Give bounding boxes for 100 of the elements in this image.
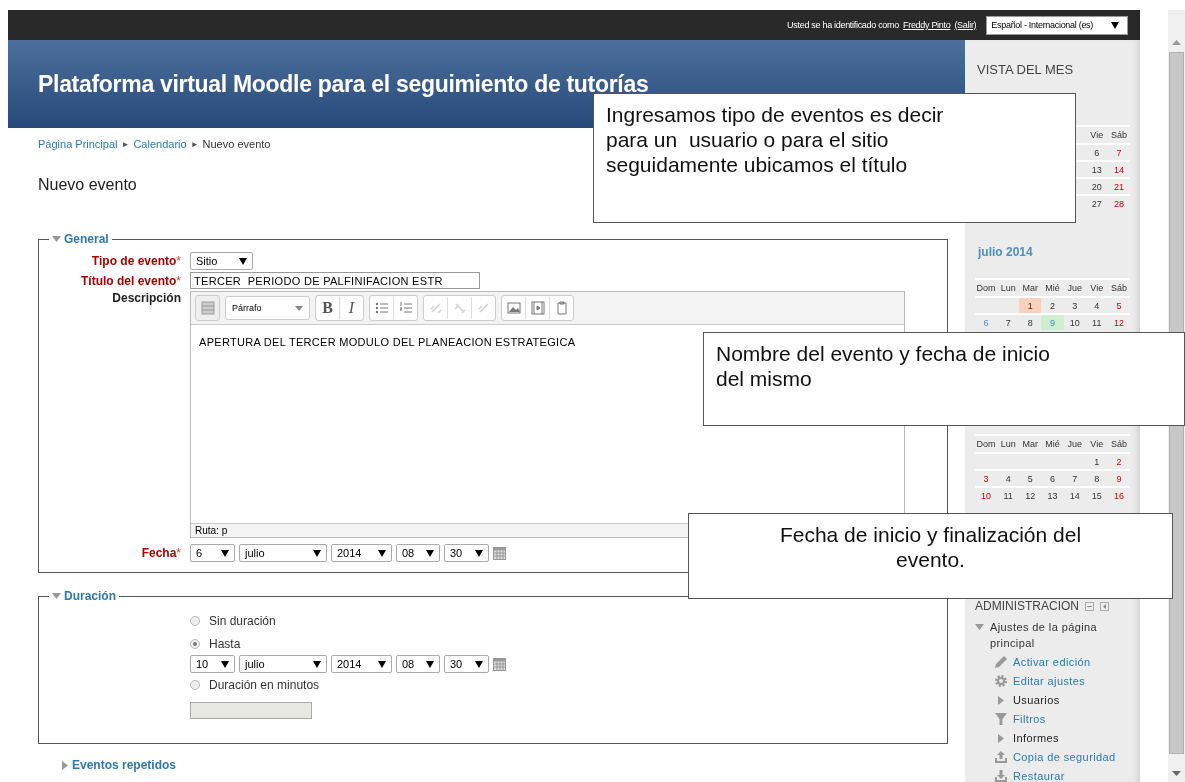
expanded-triangle-icon[interactable] [52, 236, 61, 242]
calendar-day[interactable]: 16 [1107, 487, 1130, 503]
calendar-day[interactable]: 6 [1085, 144, 1108, 161]
dropdown[interactable]: julio [239, 655, 327, 673]
tree-item[interactable]: Copia de seguridad [1013, 749, 1116, 765]
italic-icon[interactable]: I [348, 299, 355, 317]
calendar-day[interactable]: 27 [1085, 195, 1108, 211]
gear-icon [994, 674, 1008, 688]
media-icon[interactable] [530, 301, 545, 315]
weekday-header: Jue [1067, 283, 1082, 293]
calendar-day[interactable]: 12 [1019, 487, 1042, 503]
dropdown[interactable]: julio [239, 544, 327, 562]
annotation-callout: Ingresamos tipo de eventos es decir para un usuario o para el sitio seguidamente ubicamos el título [593, 93, 1076, 223]
calendar-day[interactable]: 3 [975, 470, 998, 487]
calendar-day[interactable]: 1 [1085, 453, 1108, 470]
section-title[interactable]: Eventos repetidos [72, 758, 177, 772]
calendar-day[interactable]: 6 [1041, 470, 1064, 487]
calendar-icon[interactable] [493, 546, 506, 560]
dropdown[interactable]: 30 [444, 544, 489, 562]
weekday-header: Lun [1000, 439, 1016, 449]
tree-item[interactable]: Ajustes de la página principal [990, 619, 1130, 651]
calendar-day[interactable]: 12 [1107, 314, 1130, 330]
required-mark: * [176, 273, 181, 288]
calendar-day[interactable]: 7 [1063, 470, 1086, 487]
expanded-triangle-icon[interactable] [52, 593, 61, 599]
dropdown[interactable]: 10 [190, 655, 235, 673]
dropdown[interactable]: 30 [444, 655, 489, 673]
caret-icon [475, 660, 483, 668]
caret-icon [1111, 21, 1119, 29]
tree-item[interactable]: Restaurar [1013, 768, 1065, 782]
calendar-day[interactable]: 4 [1085, 297, 1108, 314]
logout-link[interactable]: (Salir) [954, 20, 977, 30]
dropdown[interactable]: 08 [396, 655, 440, 673]
toolbar-toggle-icon[interactable] [200, 301, 215, 315]
title-input[interactable]: TERCER PERIODO DE PALFINIFACION ESTR [190, 272, 480, 289]
calendar-day[interactable]: 11 [997, 487, 1020, 503]
calendar-day[interactable]: 13 [1085, 161, 1108, 178]
breadcrumb-link[interactable]: Calendario [133, 138, 187, 150]
calendar-day[interactable]: 8 [1085, 470, 1108, 487]
breadcrumb-current: Nuevo evento [202, 138, 271, 150]
paste-icon[interactable] [554, 301, 569, 315]
field-label: Fecha [141, 546, 177, 560]
radio-button[interactable] [190, 679, 200, 690]
dropdown[interactable]: 6 [190, 544, 235, 562]
dropdown[interactable]: 2014 [331, 655, 392, 673]
tree-item[interactable]: Filtros [1013, 711, 1046, 727]
bullet-list-icon[interactable] [374, 301, 389, 315]
calendar-day[interactable]: 28 [1107, 195, 1130, 211]
calendar-day[interactable]: 7 [1107, 144, 1130, 161]
collapsed-triangle-icon[interactable] [62, 760, 68, 770]
calendar-day[interactable]: 4 [997, 470, 1020, 487]
calendar-day[interactable]: 2 [1107, 453, 1130, 470]
calendar-day[interactable]: 5 [1019, 470, 1042, 487]
weekday-header: Vie [1090, 130, 1104, 140]
tree-item[interactable]: Editar ajustes [1013, 673, 1086, 689]
breadcrumb-link[interactable]: Página Principal [38, 138, 118, 150]
calendar-day[interactable]: 14 [1063, 487, 1086, 503]
description-text[interactable]: APERTURA DEL TERCER MODULO DEL PLANEACION ESTRATEGICA [199, 336, 576, 348]
calendar-day[interactable]: 7 [997, 314, 1020, 330]
radio-label: Hasta [209, 636, 241, 651]
language-dropdown[interactable]: Español - Internacional (es) [986, 15, 1128, 35]
calendar-day[interactable]: 11 [1085, 314, 1108, 330]
caret-icon [378, 660, 386, 668]
section-title[interactable]: Duración [64, 589, 116, 603]
collapsed-triangle-icon[interactable] [998, 695, 1004, 705]
calendar-day[interactable]: 5 [1107, 297, 1130, 314]
dock-icon[interactable] [1100, 601, 1109, 611]
tree-item[interactable]: Usuarios [1013, 692, 1060, 708]
section-title[interactable]: General [64, 232, 109, 246]
weekday-header: Lun [1000, 283, 1016, 293]
calendar-day[interactable]: 15 [1085, 487, 1108, 503]
calendar-day[interactable]: 13 [1041, 487, 1064, 503]
user-link[interactable]: Freddy Pinto [903, 20, 951, 30]
format-dropdown[interactable]: Párrafo [225, 296, 310, 320]
calendar-icon[interactable] [493, 657, 506, 671]
numbered-list-icon[interactable] [398, 301, 413, 315]
scroll-up-icon[interactable] [1172, 40, 1181, 45]
expanded-triangle-icon[interactable] [975, 624, 984, 630]
calendar-day[interactable]: 14 [1107, 161, 1130, 178]
scroll-down-icon[interactable] [1172, 771, 1181, 776]
tree-item[interactable]: Activar edición [1013, 654, 1091, 670]
calendar-day[interactable]: 20 [1085, 178, 1108, 195]
radio-button[interactable] [190, 638, 200, 649]
calendar-day[interactable]: 9 [1107, 470, 1130, 487]
tree-item[interactable]: Informes [1013, 730, 1059, 746]
dropdown[interactable]: 08 [396, 544, 440, 562]
image-icon[interactable] [506, 301, 521, 315]
caret-icon [313, 549, 321, 557]
collapsed-triangle-icon[interactable] [998, 733, 1004, 743]
calendar-day[interactable]: 21 [1107, 178, 1130, 195]
annotation-callout: Nombre del evento y fecha de inicio del mismo [703, 332, 1185, 426]
dropdown[interactable]: 2014 [331, 544, 392, 562]
dropdown[interactable]: Sitio [190, 252, 253, 270]
radio-button[interactable] [190, 615, 200, 626]
bold-icon[interactable]: B [322, 299, 333, 317]
weekday-header: Vie [1090, 439, 1104, 449]
minimize-icon[interactable] [1085, 601, 1094, 611]
calendar-day[interactable]: 10 [1063, 314, 1086, 330]
field-label: Descripción [112, 291, 181, 305]
calendar-day[interactable]: 10 [975, 487, 998, 503]
